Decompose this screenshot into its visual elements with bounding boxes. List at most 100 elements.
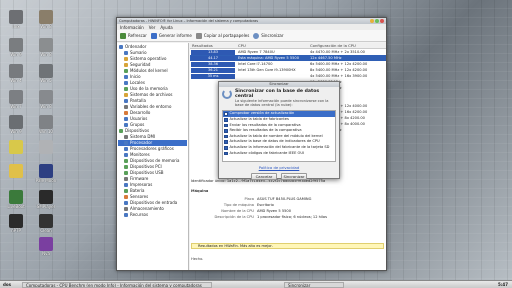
desktop-icon[interactable]: Win 7: [4, 90, 28, 109]
device-info: Placa ASUS TUF B450-PLUS GAMING Tipo de má…: [191, 197, 384, 220]
desktop-icon[interactable]: SMPlayer: [34, 190, 58, 209]
col-cpu-config[interactable]: Configuración de la CPU: [308, 43, 386, 48]
desktop-icon[interactable]: Win 8: [34, 10, 58, 29]
dialog-title: Sincronizar con la base de datos central: [235, 89, 320, 99]
desktop-icon[interactable]: Win 8: [34, 90, 58, 109]
toolbar: Refrescar Generar informe Copiar al port…: [117, 30, 386, 42]
tree-item-icon: [124, 123, 128, 127]
desktop-icon[interactable]: Win 10: [34, 115, 58, 134]
taskbar-item-sync[interactable]: Sincronizar: [284, 281, 344, 288]
sync-option-checkbox[interactable]: [224, 129, 228, 133]
sync-options-list: Comprobar versión de actualización Actual…: [222, 110, 336, 163]
cancel-button[interactable]: Cancelar: [251, 173, 277, 181]
desktop-app-icon: [39, 140, 53, 154]
desktop-icon[interactable]: [4, 164, 28, 178]
sync-option-checkbox[interactable]: [224, 146, 228, 150]
desktop-icon-label: Win 9: [10, 129, 22, 134]
desktop-icon[interactable]: Win 5: [34, 64, 58, 83]
desktop-app-icon: [39, 38, 53, 52]
device-info-value: ASUS TUF B450-PLUS GAMING: [257, 197, 312, 201]
sync-option-checkbox[interactable]: [224, 134, 228, 139]
tree-item[interactable]: Recursos: [118, 212, 187, 218]
tree-item-icon: [124, 195, 128, 199]
desktop-icon[interactable]: Win 4: [4, 64, 28, 83]
privacy-policy-link[interactable]: Política de privacidad: [219, 165, 339, 170]
sync-option-checkbox[interactable]: [224, 112, 228, 116]
desktop-app-icon: [39, 90, 53, 104]
desktop-icon-label: Win 8: [40, 24, 52, 29]
taskbar-clock: 5:47: [498, 282, 508, 287]
sync-option-checkbox[interactable]: [224, 123, 228, 128]
close-icon[interactable]: [380, 19, 384, 23]
tree-item-icon: [124, 51, 128, 55]
bench-value: 13.83: [191, 50, 235, 55]
menu-informacion[interactable]: Información: [120, 25, 144, 30]
tree-item-icon: [124, 189, 128, 193]
desktop-icon[interactable]: nPTP: [4, 214, 28, 233]
desktop-icon[interactable]: LiveBoot: [4, 190, 28, 209]
sync-option-checkbox[interactable]: [224, 118, 228, 122]
col-cpu[interactable]: CPU: [236, 43, 308, 48]
taskbar-item-hardinfo[interactable]: Computadoras - CPU Benchm (en modo Info)…: [22, 281, 212, 288]
device-info-row: Tipo de máquina Escritorio: [191, 203, 384, 208]
tree-item-icon: [124, 153, 128, 157]
sync-button[interactable]: Sincronizar: [253, 32, 284, 39]
desktop-app-icon: [39, 10, 53, 24]
desktop-app-icon: [9, 140, 23, 154]
bench-value: 35 ms: [191, 74, 235, 79]
desktop-icon[interactable]: [34, 140, 58, 154]
sync-option[interactable]: Actualizar códigos de fabricante IEEE OU…: [223, 151, 335, 157]
refresh-button[interactable]: Refrescar: [120, 32, 147, 39]
desktop-icon-label: Win 5: [40, 78, 52, 83]
device-info-key: Nombre de la CPU: [221, 209, 254, 213]
desktop-icon-label: LiveBoot: [7, 204, 25, 209]
tree-item-icon: [124, 63, 128, 67]
desktop-app-icon: [39, 237, 53, 251]
desktop-icon[interactable]: [4, 140, 28, 154]
desktop-icon-label: Nva: [42, 251, 50, 256]
sync-option-checkbox[interactable]: [224, 140, 228, 144]
desktop-icon[interactable]: Win 9: [4, 115, 28, 134]
desktop-icon-label: Win 7: [10, 104, 22, 109]
device-info-value: Escritorio: [257, 203, 274, 207]
desktop-app-icon: [9, 90, 23, 104]
report-button[interactable]: Generar informe: [150, 32, 192, 39]
desktop-icon-label: Win 8: [40, 52, 52, 57]
tree-item-icon: [124, 99, 128, 103]
minimize-icon[interactable]: [370, 19, 374, 23]
copy-button[interactable]: Copiar al portapapeles: [195, 32, 249, 39]
sync-option-checkbox[interactable]: [224, 151, 228, 156]
desktop-app-icon: [9, 190, 23, 204]
bench-value: 38.36: [191, 62, 235, 67]
tree-item-icon: [124, 135, 128, 139]
desktop-icon-label: SMPlayer: [36, 204, 56, 209]
device-info-key: Tipo de máquina: [223, 203, 254, 207]
sync-dialog: Sincronizar Sincronizar con la base de d…: [218, 81, 340, 181]
sync-option-label: Actualizar códigos de fabricante IEEE OU…: [229, 150, 305, 155]
desktop-app-icon: [9, 38, 23, 52]
desktop-icon[interactable]: Inix: [4, 10, 28, 29]
desktop-icon[interactable]: Win 8: [34, 38, 58, 57]
bench-value: 44.17: [191, 56, 235, 61]
desktop-icon[interactable]: Win 9: [4, 38, 28, 57]
tree-item-icon: [124, 117, 128, 121]
status-text: Hecho.: [191, 257, 204, 261]
desktop-app-icon: [9, 64, 23, 78]
col-results[interactable]: Resultados: [190, 43, 236, 48]
maximize-icon[interactable]: [375, 19, 379, 23]
desktop-icon[interactable]: Clean: [34, 214, 58, 233]
start-button[interactable]: dos: [0, 281, 22, 288]
device-info-key: Placa: [244, 197, 254, 201]
menu-ver[interactable]: Ver: [149, 25, 156, 30]
taskbar: dos Computadoras - CPU Benchm (en modo I…: [0, 280, 512, 288]
desktop-icon[interactable]: Pale Moon: [34, 164, 58, 183]
menu-ayuda[interactable]: Ayuda: [160, 25, 172, 30]
synchronize-button[interactable]: Sincronizar: [281, 173, 307, 181]
dialog-description: La siguiente información puede sincroniz…: [235, 99, 329, 108]
desktop-icon-label: Win 8: [40, 104, 52, 109]
device-info-key: Descripción de la CPU: [214, 215, 254, 219]
desktop-icon[interactable]: Nva: [34, 237, 58, 256]
device-info-row: Nombre de la CPU AMD Ryzen 5 5500: [191, 209, 384, 214]
tree-item-icon: [124, 159, 128, 163]
desktop-app-icon: [39, 164, 53, 178]
